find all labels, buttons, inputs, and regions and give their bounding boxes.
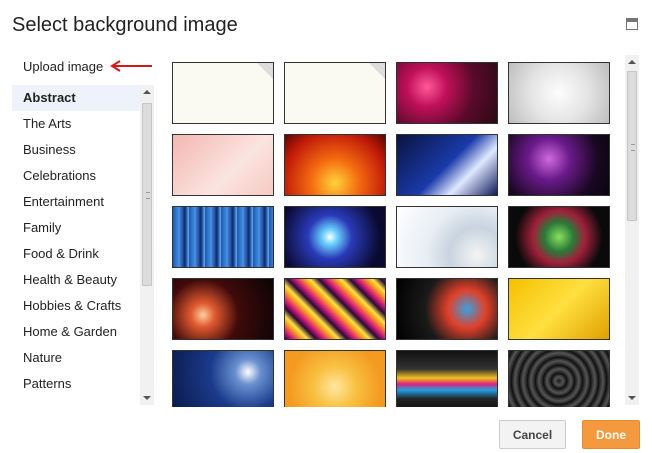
maximize-icon[interactable] xyxy=(626,18,638,30)
image-tile[interactable] xyxy=(508,206,610,268)
scroll-up-icon[interactable] xyxy=(143,90,151,94)
category-hobbies-crafts[interactable]: Hobbies & Crafts xyxy=(12,293,140,319)
image-tile[interactable] xyxy=(396,206,498,268)
image-grid-scrollbar[interactable] xyxy=(625,55,639,405)
image-tile[interactable] xyxy=(396,278,498,340)
image-tile[interactable] xyxy=(508,62,610,124)
grip-icon xyxy=(631,144,635,151)
image-tile[interactable] xyxy=(508,350,610,407)
grip-icon xyxy=(146,192,150,199)
image-tile[interactable] xyxy=(284,206,386,268)
image-tile[interactable] xyxy=(284,278,386,340)
scroll-down-icon[interactable] xyxy=(628,396,636,400)
category-food-drink[interactable]: Food & Drink xyxy=(12,241,140,267)
category-list: Abstract The Arts Business Celebrations … xyxy=(12,85,154,405)
category-patterns[interactable]: Patterns xyxy=(12,371,140,397)
image-tile[interactable] xyxy=(172,62,274,124)
category-business[interactable]: Business xyxy=(12,137,140,163)
image-tile[interactable] xyxy=(508,134,610,196)
category-abstract[interactable]: Abstract xyxy=(12,85,140,111)
red-arrow-icon xyxy=(110,60,152,72)
category-health-beauty[interactable]: Health & Beauty xyxy=(12,267,140,293)
image-tile[interactable] xyxy=(172,350,274,407)
category-family[interactable]: Family xyxy=(12,215,140,241)
image-tile[interactable] xyxy=(172,278,274,340)
image-tile[interactable] xyxy=(172,134,274,196)
category-entertainment[interactable]: Entertainment xyxy=(12,189,140,215)
scroll-down-icon[interactable] xyxy=(143,396,151,400)
image-tile[interactable] xyxy=(396,350,498,407)
cancel-button[interactable]: Cancel xyxy=(499,420,566,449)
image-tile[interactable] xyxy=(284,350,386,407)
done-button[interactable]: Done xyxy=(582,420,640,449)
category-nature[interactable]: Nature xyxy=(12,345,140,371)
background-image-dialog: Select background image Upload image Abs… xyxy=(0,0,652,453)
category-scroll-thumb[interactable] xyxy=(142,103,152,286)
image-tile[interactable] xyxy=(396,62,498,124)
category-celebrations[interactable]: Celebrations xyxy=(12,163,140,189)
dialog-title: Select background image xyxy=(12,14,238,36)
image-scroll-thumb[interactable] xyxy=(627,71,637,221)
category-the-arts[interactable]: The Arts xyxy=(12,111,140,137)
image-tile[interactable] xyxy=(508,278,610,340)
image-tile[interactable] xyxy=(284,62,386,124)
category-scrollbar[interactable] xyxy=(140,85,154,405)
category-home-garden[interactable]: Home & Garden xyxy=(12,319,140,345)
scroll-up-icon[interactable] xyxy=(628,60,636,64)
upload-image-link[interactable]: Upload image xyxy=(23,59,103,74)
image-tile[interactable] xyxy=(284,134,386,196)
image-tile[interactable] xyxy=(172,206,274,268)
image-grid xyxy=(172,62,612,407)
image-tile[interactable] xyxy=(396,134,498,196)
